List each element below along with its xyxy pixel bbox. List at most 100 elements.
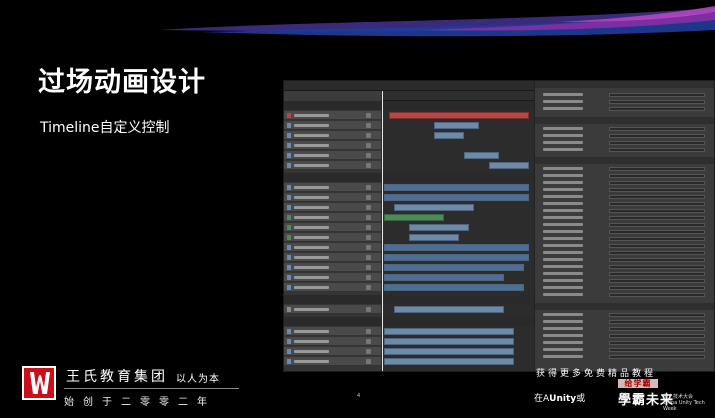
track-group-camera	[284, 101, 534, 110]
inspector-row	[539, 341, 713, 345]
timeline-playhead	[382, 91, 383, 371]
track-row	[284, 203, 381, 212]
track-row	[284, 131, 381, 140]
inspector-panel	[534, 81, 714, 371]
inspector-row	[539, 244, 713, 248]
inspector-row	[539, 355, 713, 359]
timeline-clip	[434, 132, 464, 139]
track-row	[284, 223, 381, 232]
inspector-row	[539, 188, 713, 192]
timeline-clip	[434, 122, 479, 129]
inspector-section-header	[535, 303, 714, 310]
track-row	[284, 253, 381, 262]
timeline-clip	[384, 358, 514, 365]
track-row	[284, 121, 381, 130]
track-row	[284, 213, 381, 222]
timeline-clip	[384, 214, 444, 221]
inspector-row	[539, 181, 713, 185]
track-row	[284, 347, 381, 356]
inspector-row	[539, 258, 713, 262]
track-row	[284, 183, 381, 192]
timeline-ruler	[381, 91, 534, 101]
track-row	[284, 357, 381, 366]
inspector-row	[539, 272, 713, 276]
inspector-row	[539, 293, 713, 297]
brand-divider	[64, 388, 239, 389]
track-row	[284, 305, 381, 314]
inspector-row	[539, 174, 713, 178]
inspector-row	[539, 348, 713, 352]
inspector-row	[539, 320, 713, 324]
inspector-row	[539, 195, 713, 199]
inspector-row	[539, 100, 713, 104]
inspector-row	[539, 334, 713, 338]
inspector-row	[539, 134, 713, 138]
organization-name: 王氏教育集团	[66, 369, 168, 385]
timeline-clip	[384, 328, 514, 335]
track-row	[284, 111, 381, 120]
inspector-row	[539, 141, 713, 145]
promo-headline: 获得更多免费精品教程	[536, 369, 657, 379]
company-logo	[22, 366, 56, 400]
track-row	[284, 337, 381, 346]
track-group-player	[284, 173, 534, 182]
track-row	[284, 283, 381, 292]
inspector-row	[539, 265, 713, 269]
timeline-clip	[464, 152, 499, 159]
track-row	[284, 193, 381, 202]
promo-sub-prefix: 在A	[534, 394, 550, 404]
timeline-clip	[384, 244, 529, 251]
inspector-row	[539, 230, 713, 234]
timeline-clip	[384, 284, 524, 291]
timeline-window	[284, 81, 534, 371]
track-row	[284, 151, 381, 160]
timeline-clip	[384, 274, 504, 281]
promo-sub-suffix: 或	[576, 394, 586, 404]
timeline-clip	[384, 348, 514, 355]
inspector-section-header	[535, 117, 714, 124]
timeline-clip	[394, 204, 474, 211]
slide-title: 过场动画设计	[38, 67, 206, 98]
inspector-header	[535, 81, 714, 88]
timeline-clip	[394, 306, 504, 313]
inspector-row	[539, 327, 713, 331]
inspector-section-header	[535, 157, 714, 164]
timeline-clip	[384, 338, 514, 345]
organization-tagline: 始创于二零零二年	[64, 397, 216, 408]
promo-small-text: 线上技术大会 China Unity Tech Week	[663, 394, 713, 412]
header-swoosh-decoration	[160, 6, 715, 37]
track-row	[284, 263, 381, 272]
track-group-ghost	[284, 295, 534, 304]
timeline-clip	[384, 264, 524, 271]
inspector-row	[539, 237, 713, 241]
slide-subtitle: Timeline自定义控制	[40, 120, 170, 136]
inspector-row	[539, 93, 713, 97]
inspector-row	[539, 223, 713, 227]
promo-small-line2: China Unity Tech Week	[663, 400, 705, 412]
timeline-clip	[409, 234, 459, 241]
inspector-row	[539, 127, 713, 131]
inspector-row	[539, 251, 713, 255]
unity-brand: Unity	[549, 394, 577, 404]
timeline-clip	[384, 254, 529, 261]
organization-motto: 以人为本	[176, 374, 220, 385]
timeline-clip	[409, 224, 469, 231]
track-row	[284, 243, 381, 252]
inspector-row	[539, 107, 713, 111]
timeline-clip	[384, 194, 529, 201]
promo-subline: 在AUnity或	[534, 391, 585, 404]
w-logo-icon	[30, 372, 50, 394]
track-row	[284, 141, 381, 150]
inspector-row	[539, 209, 713, 213]
timeline-toolbar	[284, 81, 534, 91]
unity-editor-screenshot	[283, 80, 715, 372]
timeline-clip	[389, 112, 529, 119]
timeline-clip	[384, 184, 529, 191]
inspector-row	[539, 167, 713, 171]
inspector-row	[539, 313, 713, 317]
inspector-row	[539, 286, 713, 290]
track-row	[284, 273, 381, 282]
track-row	[284, 233, 381, 242]
inspector-row	[539, 202, 713, 206]
promo-stamp: 给学霸	[618, 379, 658, 388]
